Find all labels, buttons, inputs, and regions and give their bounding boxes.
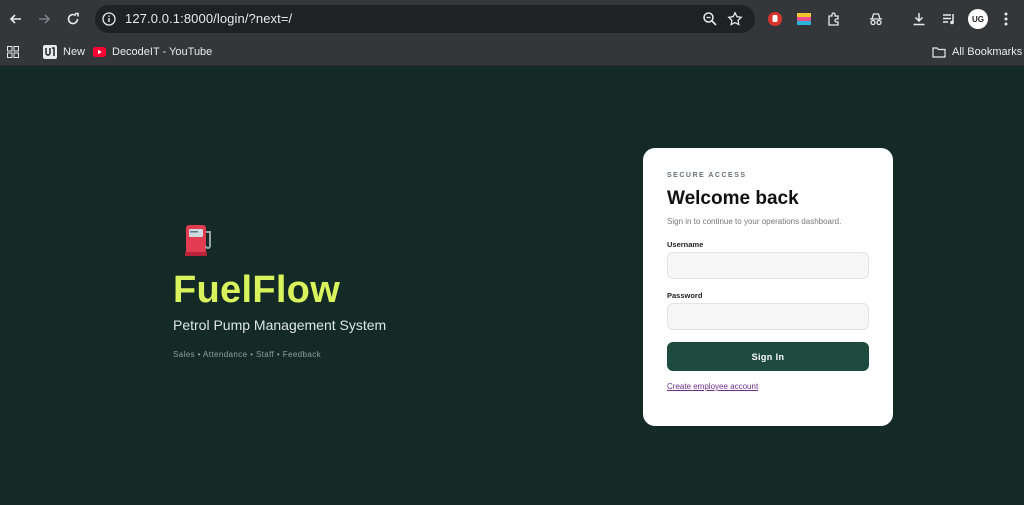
download-icon [913,13,925,26]
login-title: Welcome back [667,188,799,209]
all-bookmarks-button[interactable]: All Bookmarks [932,42,1022,62]
url-text[interactable]: 127.0.0.1:8000/login/?next=/ [125,11,292,26]
arrow-left-icon [9,14,21,24]
login-page: FuelFlow Petrol Pump Management System S… [0,67,1024,505]
sign-in-button[interactable]: Sign In [667,342,869,371]
fuel-pump-icon [185,225,211,256]
apps-button[interactable] [7,42,19,62]
bookmark-new[interactable]: New [43,42,85,62]
media-button[interactable] [940,10,958,28]
address-bar[interactable]: 127.0.0.1:8000/login/?next=/ [95,5,755,33]
reload-icon [67,12,79,25]
all-bookmarks-label: All Bookmarks [952,46,1023,58]
bookmark-label: New [63,46,86,58]
profile-avatar[interactable]: UG [968,9,988,29]
incognito-button[interactable] [867,10,885,28]
hand-stop-icon [768,12,782,26]
youtube-icon [93,47,106,57]
palette-icon [797,13,811,25]
password-input[interactable] [667,303,869,330]
login-subtitle: Sign in to continue to your operations d… [667,217,842,226]
arrow-right-icon [39,14,51,24]
kebab-menu-icon [1004,12,1008,26]
bookmark-star-icon[interactable] [727,11,743,27]
username-label: Username [667,240,704,249]
back-button[interactable] [6,9,26,29]
playlist-icon [943,14,954,25]
extensions-button[interactable] [825,10,843,28]
spy-icon [870,13,882,26]
extension-red-hand[interactable] [766,10,784,28]
reload-button[interactable] [63,9,83,29]
extension-colorful[interactable] [795,10,813,28]
login-card: SECURE ACCESS Welcome back Sign in to co… [643,148,893,426]
uq-icon [43,45,57,59]
forward-button[interactable] [34,9,54,29]
password-label: Password [667,291,703,300]
bookmark-youtube[interactable]: DecodeIT - YouTube [93,42,212,62]
username-input[interactable] [667,252,869,279]
create-account-link[interactable]: Create employee account [667,382,758,391]
zoom-icon[interactable] [702,11,718,27]
downloads-button[interactable] [910,10,928,28]
folder-icon [932,47,946,58]
profile-initials: UG [972,14,984,24]
brand-tagline: Petrol Pump Management System [173,317,387,333]
brand-title: FuelFlow [173,269,341,311]
site-info-icon[interactable] [102,12,116,26]
browser-menu-button[interactable] [997,10,1015,28]
bookmark-label: DecodeIT - YouTube [112,46,213,58]
feature-list: Sales • Attendance • Staff • Feedback [173,350,322,359]
eyebrow-text: SECURE ACCESS [667,172,747,179]
browser-toolbar: 127.0.0.1:8000/login/?next=/ UG [0,0,1024,38]
puzzle-icon [828,12,839,26]
apps-grid-icon [7,46,19,58]
